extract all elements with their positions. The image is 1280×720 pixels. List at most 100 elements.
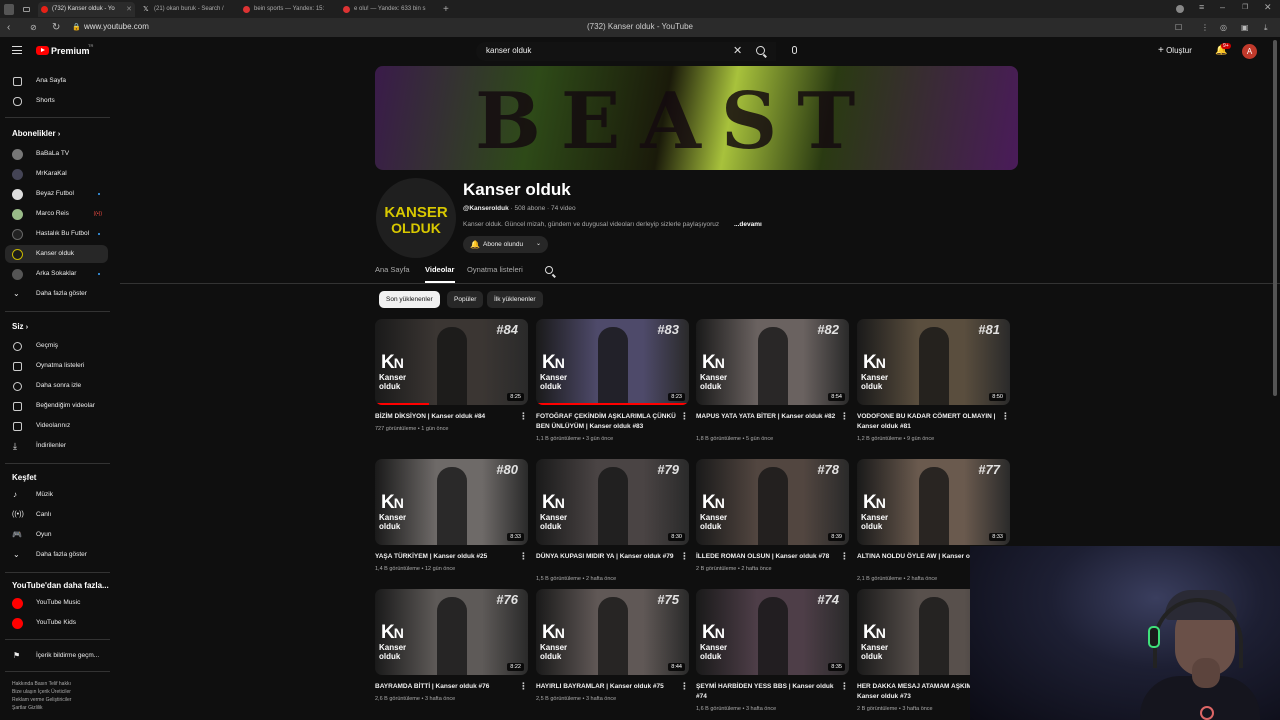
video-title[interactable]: BAYRAMDA BİTTİ | Kanser olduk #76 (375, 682, 515, 692)
tab-yandex-1[interactable]: bein sports — Yandex: 15: (240, 2, 335, 17)
subscriptions-heading[interactable]: Abonelikler › (12, 129, 60, 138)
sidebar-item-sub[interactable]: Arka Sokaklar (5, 265, 108, 283)
page-scrollbar[interactable] (1273, 40, 1277, 396)
sidebar-item-watch-later[interactable]: Daha sonra izle (5, 377, 108, 395)
footer-links[interactable]: Hakkında Basın Telif hakkı (12, 680, 71, 688)
sidebar-item-home[interactable]: Ana Sayfa (5, 72, 108, 90)
chip-oldest[interactable]: İlk yüklenenler (487, 291, 543, 308)
sidebar-item-report-history[interactable]: ⚑ İçerik bildirme geçm... (5, 647, 108, 665)
video-title[interactable]: DÜNYA KUPASI MIDIR YA | Kanser olduk #79 (536, 552, 676, 562)
extension-icon[interactable]: ◎ (1220, 21, 1227, 34)
video-title[interactable]: İLLEDE ROMAN OLSUN | Kanser olduk #78 (696, 552, 836, 562)
video-title[interactable]: MAPUS YATA YATA BİTER | Kanser olduk #82 (696, 412, 836, 422)
minimize-icon[interactable]: – (1220, 2, 1225, 12)
search-button[interactable] (748, 42, 776, 61)
collections-icon[interactable]: ▣ (1241, 21, 1249, 34)
search-input[interactable]: kanser olduk (486, 46, 531, 55)
sidebar-item-shorts[interactable]: Shorts (5, 92, 108, 110)
channel-avatar[interactable]: KANSER OLDUK (376, 178, 456, 258)
menu-icon[interactable]: ≡ (1199, 2, 1204, 12)
bookmark-icon[interactable]: ☐ (1175, 21, 1182, 34)
more-options-icon[interactable]: ⋮ (680, 411, 689, 422)
video-title[interactable]: BİZİM DİKSİYON | Kanser olduk #84 (375, 412, 515, 422)
video-thumbnail[interactable]: KN Kanser olduk #81 8:50 (857, 319, 1010, 405)
video-thumbnail[interactable]: KN Kanser olduk #78 8:39 (696, 459, 849, 545)
more-options-icon[interactable]: ⋮ (519, 681, 528, 692)
footer-links[interactable]: Reklam verme Geliştiriciler (12, 696, 71, 704)
hamburger-menu-icon[interactable] (12, 46, 22, 54)
tab-list-icon[interactable] (21, 2, 33, 17)
logo-text[interactable]: Premium (51, 46, 90, 56)
more-options-icon[interactable]: ⋮ (840, 551, 849, 562)
video-thumbnail[interactable]: KN Kanser olduk #84 8:25 (375, 319, 528, 405)
more-options-icon[interactable]: ⋮ (840, 411, 849, 422)
video-thumbnail[interactable]: KN Kanser olduk #82 8:54 (696, 319, 849, 405)
video-thumbnail[interactable]: KN Kanser olduk #80 8:33 (375, 459, 528, 545)
tab-youtube[interactable]: (732) Kanser olduk - Yo ✕ (38, 2, 135, 17)
video-title[interactable]: FOTOĞRAF ÇEKİNDİM AŞKLARIMLA ÇÜNKÜ BEN Ü… (536, 412, 676, 432)
tab-x[interactable]: 𝕏 (21) okan buruk - Search / (140, 2, 235, 17)
sidebar-item-liked[interactable]: Beğendiğim videolar (5, 397, 108, 415)
sidebar-item-sub[interactable]: MrKaraKal (5, 165, 108, 183)
more-options-icon[interactable]: ⋮ (840, 681, 849, 692)
sidebar-item-your-videos[interactable]: Videolarınız (5, 417, 108, 435)
close-window-icon[interactable]: ✕ (1264, 2, 1272, 13)
footer-links[interactable]: Şartlar Gizlilik (12, 704, 71, 712)
sidebar-item-sub[interactable]: BaBaLa TV (5, 145, 108, 163)
new-tab-icon[interactable]: + (440, 2, 454, 17)
sidebar-item-sub[interactable]: Marco Reis ((•)) (5, 205, 108, 223)
video-thumbnail[interactable]: KN Kanser olduk #76 8:22 (375, 589, 528, 675)
video-thumbnail[interactable]: KN Kanser olduk #75 8:44 (536, 589, 689, 675)
download-icon[interactable]: ⤓ (1264, 21, 1268, 34)
sidebar-item-history[interactable]: Geçmiş (5, 337, 108, 355)
tab-home[interactable]: Ana Sayfa (375, 265, 410, 274)
you-heading[interactable]: Siz › (12, 322, 28, 331)
video-thumbnail[interactable]: KN Kanser olduk #83 8:23 (536, 319, 689, 405)
video-thumbnail[interactable]: KN Kanser olduk #79 8:30 (536, 459, 689, 545)
more-icon[interactable]: ⋮ (1201, 21, 1209, 34)
description-more-link[interactable]: ...devamı (734, 221, 762, 228)
avatar[interactable]: A (1242, 44, 1257, 59)
create-button[interactable]: + Oluştur (1158, 45, 1192, 56)
browser-menu-icon[interactable] (0, 2, 20, 17)
youtube-logo-icon[interactable] (36, 46, 49, 55)
video-thumbnail[interactable]: KN Kanser olduk #74 8:35 (696, 589, 849, 675)
sidebar-item-youtube-kids[interactable]: YouTube Kids (5, 614, 108, 632)
clear-search-icon[interactable]: ✕ (733, 45, 742, 57)
restore-icon[interactable]: ❐ (1242, 3, 1248, 11)
video-title[interactable]: YAŞA TÜRKİYEM | Kanser olduk #25 (375, 552, 515, 562)
sidebar-item-music[interactable]: ♪ Müzik (5, 486, 108, 504)
sidebar-item-sub[interactable]: Hastalık Bu Futbol (5, 225, 108, 243)
video-title[interactable]: HAYIRLI BAYRAMLAR | Kanser olduk #75 (536, 682, 676, 692)
video-title[interactable]: VODOFONE BU KADAR CÖMERT OLMAYIN | Kanse… (857, 412, 997, 432)
more-options-icon[interactable]: ⋮ (680, 681, 689, 692)
tab-yandex-2[interactable]: e olu! — Yandex: 633 bin s (340, 2, 435, 17)
more-options-icon[interactable]: ⋮ (680, 551, 689, 562)
sidebar-item-downloads[interactable]: ⤓ İndirilenler (5, 437, 108, 455)
more-options-icon[interactable]: ⋮ (519, 411, 528, 422)
sidebar-item-sub-active[interactable]: Kanser olduk (5, 245, 108, 263)
sidebar-item-playlists[interactable]: Oynatma listeleri (5, 357, 108, 375)
more-options-icon[interactable]: ⋮ (1001, 411, 1010, 422)
sidebar-item-live[interactable]: ((•)) Canlı (5, 506, 108, 524)
tab-videos[interactable]: Videolar (425, 265, 454, 274)
search-box[interactable]: kanser olduk ✕ (476, 42, 776, 61)
sidebar-item-youtube-music[interactable]: YouTube Music (5, 594, 108, 612)
sidebar-item-show-more[interactable]: ⌄ Daha fazla göster (5, 285, 108, 303)
video-thumbnail[interactable]: KN Kanser olduk #77 8:33 (857, 459, 1010, 545)
close-icon[interactable]: ✕ (126, 2, 132, 17)
sidebar-item-show-more-explore[interactable]: ⌄ Daha fazla göster (5, 546, 108, 564)
tab-playlists[interactable]: Oynatma listeleri (467, 265, 523, 274)
profile-icon[interactable] (1176, 5, 1184, 13)
sidebar-item-gaming[interactable]: 🎮 Oyun (5, 526, 108, 544)
voice-search-button[interactable] (786, 42, 804, 61)
footer-links[interactable]: Bize ulaşın İçerik Üreticiler (12, 688, 71, 696)
channel-search-icon[interactable] (545, 266, 553, 274)
chip-latest[interactable]: Son yüklenenler (379, 291, 440, 308)
sidebar-item-sub[interactable]: Beyaz Futbol (5, 185, 108, 203)
video-title[interactable]: ŞEYMİ HARBİDEN YESS BBS | Kanser olduk #… (696, 682, 836, 702)
subscribe-button[interactable]: 🔔 Abone olundu ⌄ (463, 236, 548, 253)
chip-popular[interactable]: Popüler (447, 291, 484, 308)
more-options-icon[interactable]: ⋮ (519, 551, 528, 562)
channel-description[interactable]: Kanser olduk. Güncel mizah, gündem ve du… (463, 221, 719, 228)
